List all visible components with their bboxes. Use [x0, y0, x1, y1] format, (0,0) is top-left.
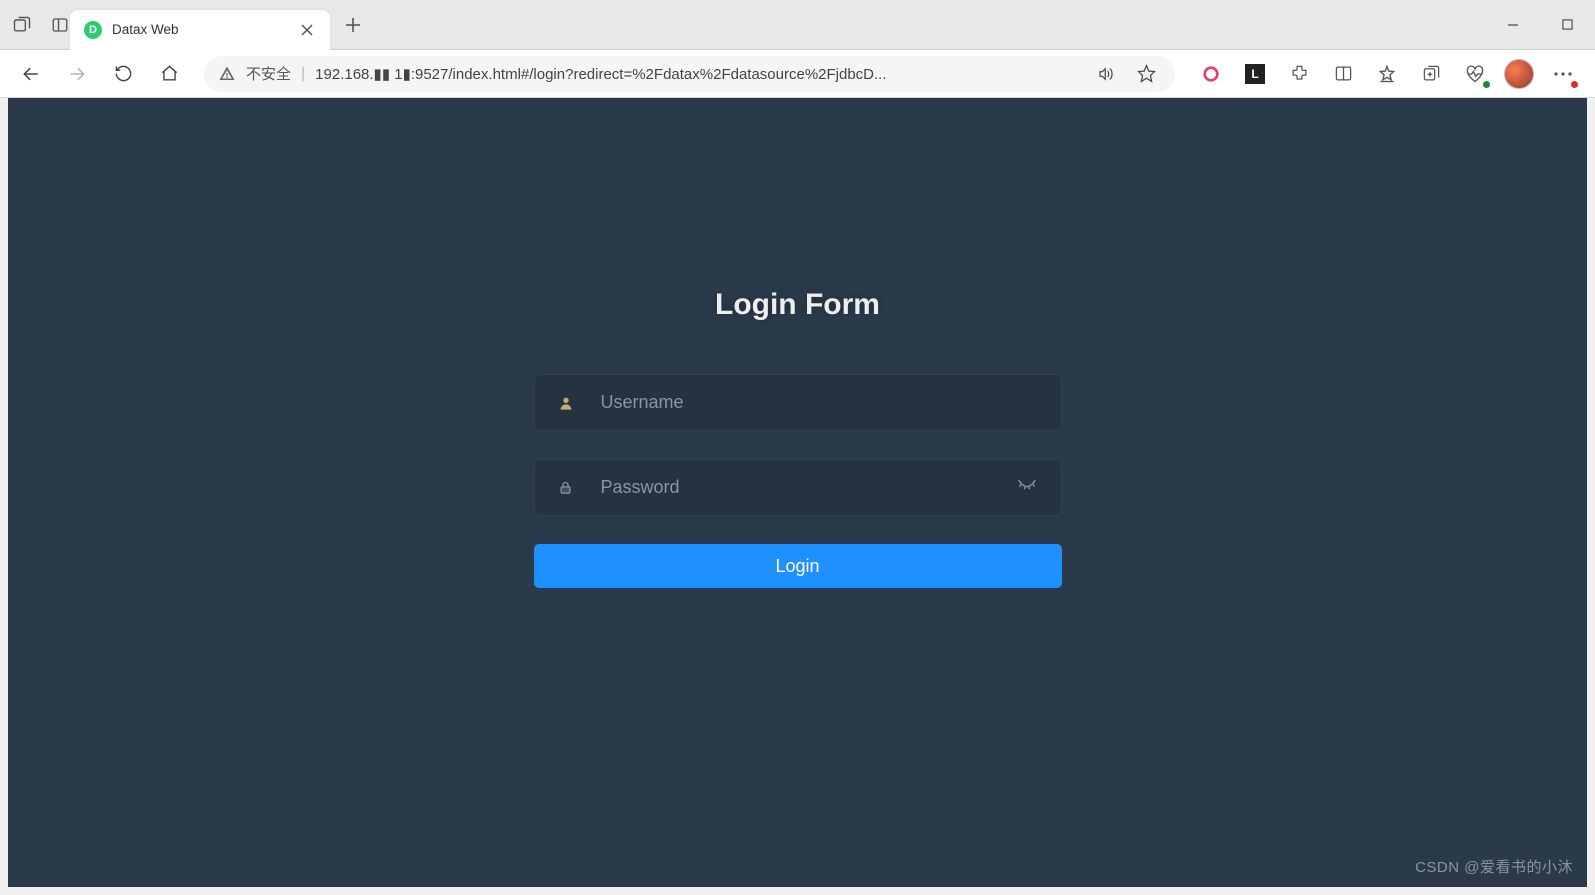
lock-icon	[555, 480, 577, 495]
tab-overview-icon[interactable]	[12, 15, 32, 35]
favorites-list-button[interactable]	[1367, 55, 1407, 93]
collections-button[interactable]	[1411, 55, 1451, 93]
watermark-text: CSDN @爱看书的小沐	[1415, 856, 1573, 877]
wellness-button[interactable]	[1455, 55, 1495, 93]
refresh-button[interactable]	[104, 55, 142, 93]
address-separator: |	[301, 65, 305, 83]
tab-favicon-icon: D	[84, 21, 102, 39]
page-content: Login Form Login CSDN @爱看书的小沐	[8, 98, 1587, 887]
not-secure-icon	[218, 65, 236, 83]
extensions-button[interactable]	[1279, 55, 1319, 93]
browser-titlebar: D Datax Web	[0, 0, 1595, 50]
window-maximize-button[interactable]	[1540, 5, 1595, 45]
extension-l-icon[interactable]: L	[1235, 55, 1275, 93]
read-aloud-icon[interactable]	[1091, 55, 1121, 93]
security-label: 不安全	[246, 63, 291, 84]
tab-title: Datax Web	[112, 22, 288, 37]
password-input[interactable]	[577, 477, 1013, 498]
back-button[interactable]	[12, 55, 50, 93]
sidebar-toggle-icon[interactable]	[50, 15, 70, 35]
user-icon	[555, 395, 577, 411]
login-title: Login Form	[715, 288, 880, 322]
username-field[interactable]	[534, 374, 1062, 431]
tab-close-button[interactable]	[298, 21, 316, 39]
window-controls	[1485, 5, 1595, 45]
browser-tab[interactable]: D Datax Web	[70, 10, 330, 50]
home-button[interactable]	[150, 55, 188, 93]
toggle-password-visibility-button[interactable]	[1013, 474, 1041, 501]
split-screen-button[interactable]	[1323, 55, 1363, 93]
forward-button[interactable]	[58, 55, 96, 93]
address-bar[interactable]: 不安全 | 192.168.▮▮ 1▮:9527/index.html#/log…	[204, 56, 1175, 92]
window-minimize-button[interactable]	[1485, 5, 1540, 45]
login-form: Login Form Login	[8, 98, 1587, 588]
password-field[interactable]	[534, 459, 1062, 516]
profile-avatar[interactable]	[1499, 55, 1539, 93]
username-input[interactable]	[577, 392, 1041, 413]
new-tab-button[interactable]	[336, 8, 370, 42]
url-text: 192.168.▮▮ 1▮:9527/index.html#/login?red…	[315, 65, 1081, 83]
login-button[interactable]: Login	[534, 544, 1062, 588]
extension-circle-icon[interactable]	[1191, 55, 1231, 93]
favorite-button[interactable]	[1131, 55, 1161, 93]
browser-toolbar: 不安全 | 192.168.▮▮ 1▮:9527/index.html#/log…	[0, 50, 1595, 98]
more-menu-button[interactable]	[1543, 55, 1583, 93]
